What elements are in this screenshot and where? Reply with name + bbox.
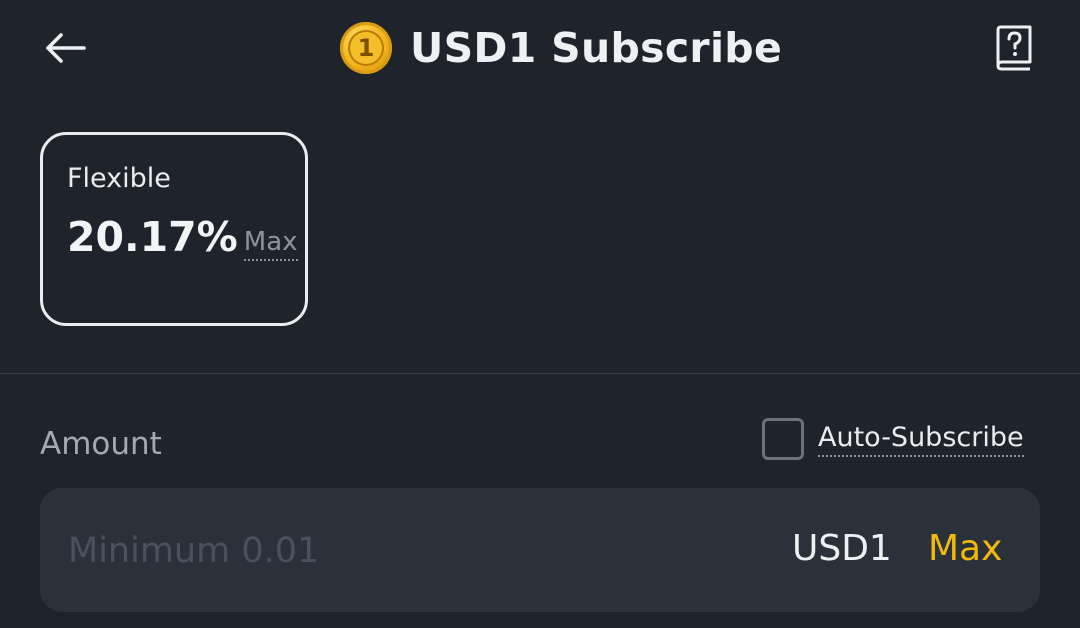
usd1-coin-icon: 1 [340, 22, 392, 74]
help-book-icon [996, 25, 1032, 71]
subscribe-screen: 1 USD1 Subscribe Flexible 20.17% Max Amo… [0, 0, 1080, 628]
page-title: USD1 Subscribe [410, 24, 783, 72]
section-divider [0, 373, 1080, 374]
arrow-left-icon [46, 33, 86, 63]
flexible-product-card[interactable]: Flexible 20.17% Max [40, 132, 308, 326]
apr-row: 20.17% Max [67, 213, 298, 261]
auto-subscribe-checkbox[interactable] [762, 418, 804, 460]
help-button[interactable] [988, 22, 1040, 74]
amount-input[interactable] [66, 522, 670, 580]
auto-subscribe-label[interactable]: Auto-Subscribe [818, 422, 1024, 457]
apr-max-tag[interactable]: Max [243, 225, 298, 261]
auto-subscribe-toggle[interactable]: Auto-Subscribe [762, 418, 1024, 460]
amount-label: Amount [40, 426, 162, 462]
apr-value: 20.17% [67, 213, 238, 261]
max-button[interactable]: Max [928, 528, 1002, 569]
product-type-label: Flexible [67, 163, 171, 194]
page-header: 1 USD1 Subscribe [340, 20, 782, 76]
amount-unit: USD1 [792, 528, 892, 569]
coin-glyph: 1 [348, 30, 384, 66]
back-button[interactable] [40, 22, 92, 74]
amount-input-box: USD1 Max [40, 488, 1040, 612]
